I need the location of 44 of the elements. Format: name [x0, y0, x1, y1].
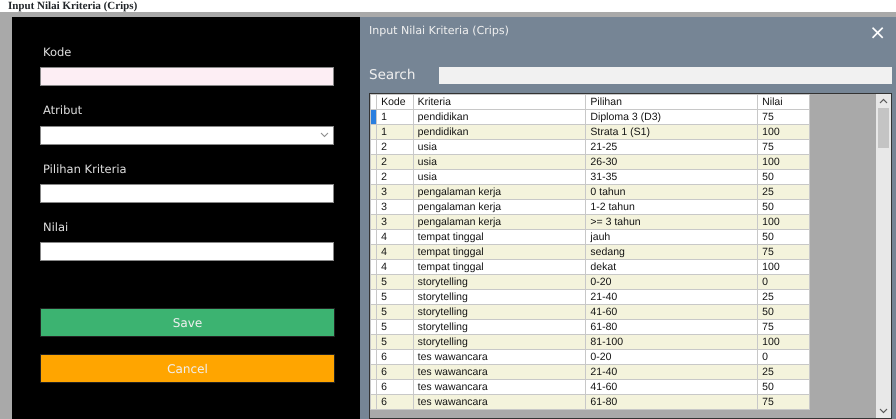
scroll-down-icon[interactable]	[879, 408, 888, 414]
scroll-up-icon[interactable]	[879, 98, 888, 104]
input-field[interactable]	[40, 242, 334, 261]
row-indicator[interactable]	[370, 110, 377, 125]
row-indicator[interactable]	[370, 394, 377, 410]
search-field[interactable]	[439, 66, 892, 84]
row-indicator[interactable]	[370, 244, 377, 260]
row-indicator[interactable]	[370, 350, 377, 365]
dropdown-field[interactable]	[40, 126, 334, 144]
row-indicator[interactable]	[370, 320, 377, 335]
row-indicator[interactable]	[370, 274, 377, 290]
row-indicator[interactable]	[370, 200, 377, 215]
table-cell: tes wawancara	[413, 394, 586, 410]
column-header[interactable]: Kriteria	[413, 94, 586, 110]
column-header[interactable]: Pilihan	[586, 94, 758, 110]
field-label: Nilai	[43, 218, 68, 236]
field-label: Kode	[43, 44, 72, 61]
field-label: Pilihan Kriteria	[43, 160, 127, 178]
table-cell: 75	[758, 394, 810, 410]
table-cell: 6	[376, 394, 414, 410]
row-indicator[interactable]	[370, 140, 377, 155]
input-field[interactable]	[40, 184, 334, 203]
field-label: Atribut	[43, 102, 82, 120]
row-indicator[interactable]	[370, 124, 377, 140]
row-indicator[interactable]	[370, 380, 377, 395]
window-title: Input Nilai Kriteria (Crips)	[369, 23, 509, 39]
row-indicator[interactable]	[370, 214, 377, 230]
row-indicator[interactable]	[370, 364, 377, 380]
row-indicator[interactable]	[370, 184, 377, 200]
close-button[interactable]: ×	[863, 23, 892, 41]
row-indicator[interactable]	[370, 260, 377, 275]
row-indicator[interactable]	[370, 154, 377, 170]
search-label: Search	[369, 66, 416, 85]
row-indicator[interactable]	[370, 334, 377, 350]
input-field[interactable]	[40, 67, 334, 86]
scrollbar-thumb[interactable]	[878, 108, 889, 148]
row-indicator[interactable]	[370, 304, 377, 320]
scrollbar[interactable]	[876, 94, 891, 418]
table-cell: 61-80	[586, 394, 758, 410]
row-indicator[interactable]	[370, 170, 377, 185]
chevron-down-icon	[320, 132, 329, 138]
row-indicator[interactable]	[370, 290, 377, 305]
figure-caption: Input Nilai Kriteria (Crips)	[7, 0, 138, 12]
row-indicator[interactable]	[370, 230, 377, 245]
